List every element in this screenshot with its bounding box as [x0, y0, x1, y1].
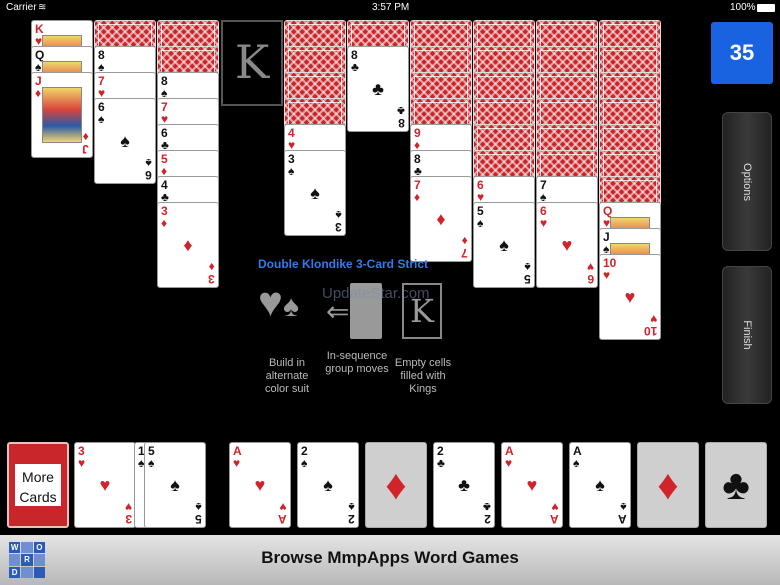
suit-pip-icon: ♦ — [385, 461, 407, 508]
suit-pip-icon: ♥ — [561, 234, 573, 255]
suit-pip-icon: ♥ — [526, 474, 538, 495]
carrier-label: Carrier — [6, 2, 37, 13]
foundation-pile[interactable]: A ♥ A ♥ ♥ — [501, 442, 563, 528]
suit-pip-icon: ♣ — [372, 78, 384, 99]
options-button[interactable]: Options — [722, 112, 772, 251]
hint-alternate-color: Build in alternate color suit — [264, 357, 310, 395]
suit-pip-icon: ♠ — [310, 182, 320, 203]
battery-icon — [757, 4, 775, 12]
waste-card[interactable]: 3 ♥ 3 ♥ ♥ — [74, 442, 136, 528]
card-rank: J♠ — [603, 230, 610, 256]
card-rank: J ♦ — [82, 130, 89, 156]
hearts-spades-icon: ♥♠ — [258, 278, 299, 325]
suit-pip-icon: ♠ — [120, 130, 130, 151]
suit-pip-icon: ♦ — [436, 208, 446, 229]
battery-label: 100% — [730, 2, 756, 13]
game-title: Double Klondike 3-Card Strict — [258, 257, 429, 271]
watermark: UpdateStar.com — [322, 285, 430, 302]
finish-label: Finish — [741, 320, 753, 350]
suit-pip-icon: ♣ — [722, 461, 750, 508]
foundation-pile[interactable]: 2 ♠ 2 ♠ ♠ — [297, 442, 359, 528]
foundation-pile[interactable]: A ♠ A ♠ ♠ — [569, 442, 631, 528]
tableau-card[interactable]: 3 ♠ 3 ♠ ♠ — [284, 150, 346, 236]
clock-label: 3:57 PM — [372, 2, 410, 13]
suit-pip-icon: ♠ — [499, 234, 509, 255]
card-rank: J ♦ — [35, 74, 42, 100]
foundation-pile[interactable]: 2 ♣ 2 ♣ ♣ — [433, 442, 495, 528]
wifi-icon: ≋ — [38, 2, 47, 13]
suit-pip-icon: ♥ — [99, 474, 111, 495]
hint-group-moves: In-sequence group moves — [325, 350, 389, 375]
banner-title: Browse MmpApps Word Games — [261, 548, 519, 567]
suit-pip-icon: ♠ — [170, 474, 180, 495]
finish-button[interactable]: Finish — [722, 266, 772, 404]
foundation-pile[interactable]: ♣ — [705, 442, 767, 528]
ad-banner[interactable]: WO R D Browse MmpApps Word Games — [0, 535, 780, 585]
face-card-art — [42, 87, 82, 143]
options-label: Options — [741, 162, 753, 201]
suit-pip-icon: ♦ — [183, 234, 193, 255]
suit-pip-icon: ♦ — [657, 461, 679, 508]
tableau-card[interactable]: 7 ♦ 7 ♦ ♦ — [410, 176, 472, 262]
tableau-card[interactable]: 3 ♦ 3 ♦ ♦ — [157, 202, 219, 288]
status-bar: Carrier ≋ 3:57 PM 100% — [0, 0, 780, 16]
score-badge: 35 — [711, 22, 773, 84]
foundation-pile[interactable]: ♦ — [637, 442, 699, 528]
tableau-card[interactable]: 6 ♠ 6 ♠ ♠ — [94, 98, 156, 184]
suit-pip-icon: ♥ — [624, 286, 636, 307]
more-cards-line1: More — [22, 469, 54, 485]
tableau-card[interactable]: J ♦ J ♦ — [31, 72, 93, 158]
waste-card[interactable]: 5 ♠ 5 ♠ ♠ — [144, 442, 206, 528]
tableau-card[interactable]: 8♣8♣♣ — [347, 46, 409, 132]
suit-pip-icon: ♠ — [595, 474, 605, 495]
foundation-pile[interactable]: A ♥ A ♥ ♥ — [229, 442, 291, 528]
more-cards-line2: Cards — [19, 489, 57, 505]
foundation-pile[interactable]: ♦ — [365, 442, 427, 528]
tableau-card[interactable]: 10 ♥ 10 ♥ ♥ — [599, 254, 661, 340]
suit-pip-icon: ♣ — [458, 474, 470, 495]
empty-king-slot[interactable]: K — [221, 20, 283, 106]
more-cards-button[interactable]: More Cards — [7, 442, 69, 528]
tableau-card[interactable]: 5 ♠ 5 ♠ ♠ — [473, 202, 535, 288]
suit-pip-icon: ♥ — [254, 474, 266, 495]
hint-empty-kings: Empty cells filled with Kings — [394, 357, 452, 395]
suit-pip-icon: ♠ — [323, 474, 333, 495]
tableau-card[interactable]: 6♥6♥♥ — [536, 202, 598, 288]
